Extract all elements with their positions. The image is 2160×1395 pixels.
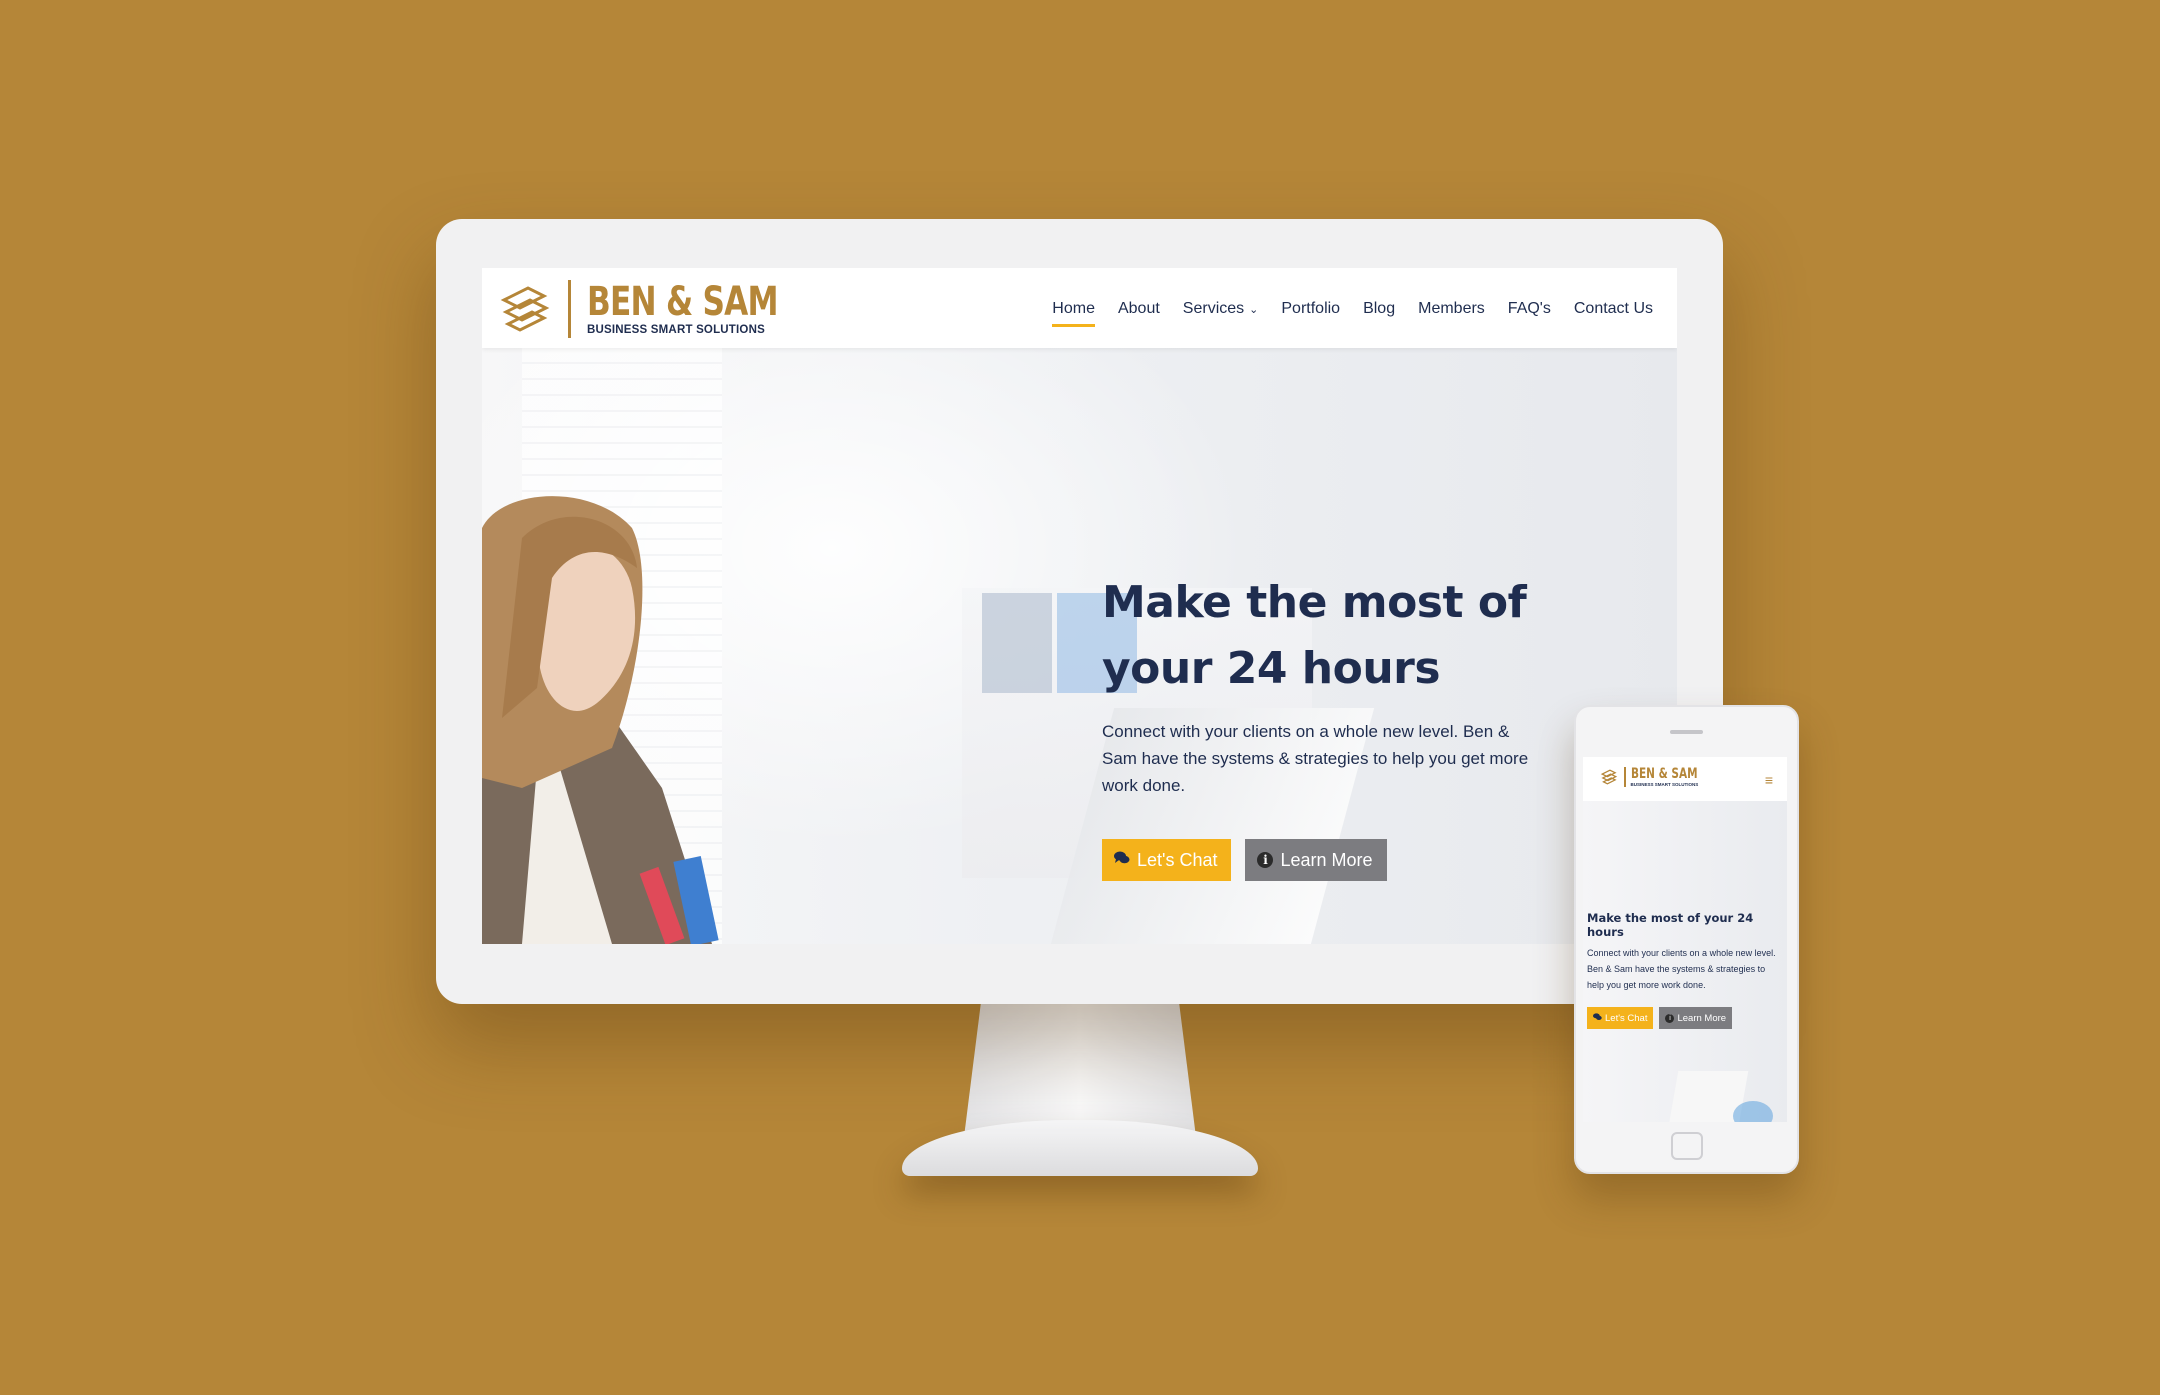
brand-tagline: BUSINESS SMART SOLUTIONS <box>587 324 765 336</box>
desktop-screen: BEN & SAM BUSINESS SMART SOLUTIONS Home … <box>482 268 1677 944</box>
nav-contact-label: Contact Us <box>1573 300 1653 317</box>
mobile-logo-text: BEN & SAM BUSINESS SMART SOLUTIONS <box>1631 767 1720 787</box>
chat-bubbles-icon <box>1114 851 1130 869</box>
mobile-lets-chat-label: Let's Chat <box>1605 1012 1648 1024</box>
hero-title: Make the most of your 24 hours <box>1102 570 1532 702</box>
logo-divider <box>568 280 571 338</box>
hero-content: Make the most of your 24 hours Connect w… <box>1102 570 1532 881</box>
nav-portfolio-label: Portfolio <box>1281 300 1341 317</box>
mobile-info-icon: i <box>1665 1013 1675 1023</box>
phone-speaker <box>1670 730 1703 734</box>
mobile-hero-content: Make the most of your 24 hours Connect w… <box>1587 911 1783 1029</box>
mobile-screen: BEN & SAM BUSINESS SMART SOLUTIONS ≡ Mak… <box>1583 757 1787 1122</box>
monitor-stand-base <box>902 1120 1258 1176</box>
desktop-monitor: BEN & SAM BUSINESS SMART SOLUTIONS Home … <box>436 219 1723 1004</box>
nav-members-label: Members <box>1418 300 1485 317</box>
learn-more-button[interactable]: i Learn More <box>1245 839 1387 881</box>
nav-members[interactable]: Members <box>1418 300 1485 318</box>
hero-subtitle: Connect with your clients on a whole new… <box>1102 722 1529 795</box>
mobile-hero-buttons: Let's Chat i Learn More <box>1587 1007 1783 1029</box>
mobile-logo-divider <box>1624 767 1626 787</box>
hero-title-line2: your 24 hours <box>1102 643 1441 694</box>
nav-about-label: About <box>1117 300 1160 317</box>
main-nav: Home About Services ⌄ Portfolio Blog Memb… <box>1029 300 1653 327</box>
mobile-brand-logo[interactable]: BEN & SAM BUSINESS SMART SOLUTIONS <box>1599 767 1719 787</box>
brand-logo-mark-icon <box>500 286 550 332</box>
mobile-hero-subtitle: Connect with your clients on a whole new… <box>1587 948 1776 990</box>
nav-home[interactable]: Home <box>1052 300 1095 327</box>
mobile-hero-title: Make the most of your 24 hours <box>1587 911 1754 939</box>
hero-title-line1: Make the most of <box>1102 577 1527 628</box>
hero-woman-photo <box>482 496 719 944</box>
mobile-learn-more-button[interactable]: i Learn More <box>1659 1007 1733 1029</box>
hero-bg-screen <box>982 593 1052 693</box>
brand-name: BEN & SAM <box>587 279 779 325</box>
mobile-learn-more-label: Learn More <box>1677 1012 1727 1024</box>
nav-about[interactable]: About <box>1118 300 1160 318</box>
nav-blog-label: Blog <box>1363 300 1396 317</box>
lets-chat-label: Let's Chat <box>1137 849 1218 870</box>
chevron-down-icon: ⌄ <box>1249 304 1259 316</box>
nav-services[interactable]: Services ⌄ <box>1183 300 1259 318</box>
hero-buttons: Let's Chat i Learn More <box>1102 839 1532 881</box>
mobile-bg-blue <box>1733 1101 1773 1122</box>
nav-blog[interactable]: Blog <box>1363 300 1395 318</box>
nav-faqs[interactable]: FAQ's <box>1508 300 1551 318</box>
brand-logo[interactable]: BEN & SAM BUSINESS SMART SOLUTIONS <box>494 278 832 340</box>
nav-home-label: Home <box>1052 300 1095 317</box>
site-header: BEN & SAM BUSINESS SMART SOLUTIONS Home … <box>482 268 1677 348</box>
mobile-phone: BEN & SAM BUSINESS SMART SOLUTIONS ≡ Mak… <box>1574 705 1799 1174</box>
mobile-lets-chat-button[interactable]: Let's Chat <box>1587 1007 1654 1029</box>
logo-text: BEN & SAM BUSINESS SMART SOLUTIONS <box>587 282 832 336</box>
phone-home-button[interactable] <box>1671 1132 1703 1160</box>
nav-contact[interactable]: Contact Us <box>1574 300 1653 318</box>
mobile-brand-name: BEN & SAM <box>1630 766 1698 782</box>
learn-more-label: Learn More <box>1280 849 1373 870</box>
mobile-hero: Make the most of your 24 hours Connect w… <box>1583 801 1787 1122</box>
mobile-chat-icon <box>1593 1012 1602 1024</box>
hero-section: Make the most of your 24 hours Connect w… <box>482 348 1677 944</box>
mobile-header: BEN & SAM BUSINESS SMART SOLUTIONS ≡ <box>1583 757 1787 801</box>
lets-chat-button[interactable]: Let's Chat <box>1102 839 1232 881</box>
mobile-brand-tagline: BUSINESS SMART SOLUTIONS <box>1630 782 1699 787</box>
info-icon: i <box>1257 852 1274 868</box>
nav-portfolio[interactable]: Portfolio <box>1281 300 1340 318</box>
nav-services-label: Services <box>1182 300 1245 317</box>
hamburger-icon[interactable]: ≡ <box>1765 772 1773 788</box>
nav-faqs-label: FAQ's <box>1507 300 1551 317</box>
mobile-logo-mark-icon <box>1600 769 1618 785</box>
